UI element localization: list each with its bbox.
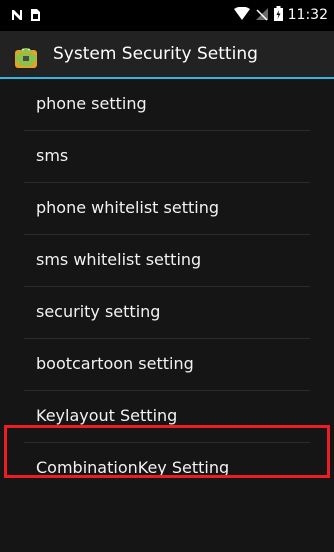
wifi-icon (233, 6, 250, 25)
page-title: System Security Setting (53, 44, 258, 64)
list-item-sms-whitelist-setting[interactable]: sms whitelist setting (24, 235, 310, 287)
list-item-sms[interactable]: sms (24, 131, 310, 183)
list-item-label: security setting (36, 302, 161, 321)
list-item-security-setting[interactable]: security setting (24, 287, 310, 339)
battery-icon (273, 5, 283, 25)
action-bar: System Security Setting (0, 31, 334, 79)
list-item-label: phone setting (36, 94, 147, 113)
list-item-label: Keylayout Setting (36, 406, 178, 425)
settings-screen: 11:32 System Security Setting phone sett… (0, 0, 334, 552)
status-time: 11:32 (287, 7, 328, 23)
sim-card-icon (30, 7, 41, 26)
status-right-icons: 11:32 (233, 5, 328, 25)
status-bar: 11:32 (0, 0, 334, 31)
no-signal-icon (255, 6, 269, 25)
highlight-box (4, 425, 330, 478)
list-item-phone-whitelist-setting[interactable]: phone whitelist setting (24, 183, 310, 235)
list-item-label: sms whitelist setting (36, 250, 202, 269)
list-item-bootcartoon-setting[interactable]: bootcartoon setting (24, 339, 310, 391)
android-icon[interactable] (12, 41, 40, 69)
list-item-label: sms (36, 146, 69, 165)
list-item-label: phone whitelist setting (36, 198, 219, 217)
status-left-icons (10, 6, 41, 26)
list-item-label: bootcartoon setting (36, 354, 194, 373)
list-item-phone-setting[interactable]: phone setting (24, 79, 310, 131)
nfc-icon (10, 7, 24, 26)
